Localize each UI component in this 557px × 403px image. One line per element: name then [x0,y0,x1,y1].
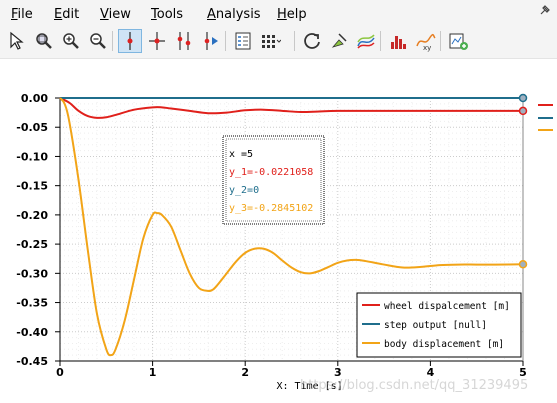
y-tick-label: -0.45 [16,355,48,368]
double-cursor-icon [177,32,191,50]
readout-x: x =5 [229,149,253,160]
legend-label-2: step output [null] [384,320,487,331]
zoom-in-tool[interactable] [59,29,83,53]
refresh-icon [304,33,320,49]
arrow-pointer-icon [10,31,24,50]
x-tick-label: 2 [241,366,249,379]
zoom-area-icon [36,33,52,49]
menu-label-rest: ools [156,7,184,22]
layout-tool[interactable] [258,29,282,53]
legend-icon [235,32,251,50]
xy-tool[interactable]: xy [413,29,437,53]
y-tick-label: -0.40 [16,326,48,339]
menu-mnemonic: V [100,7,109,22]
menu-tools[interactable]: Tools [151,7,183,22]
readout-y1: y_1=-0.0221058 [229,167,313,178]
toolbar-separator [294,31,295,51]
legend: wheel dispalcement [m] step output [null]… [356,292,522,358]
y-tick-label: -0.15 [16,180,48,193]
x-tick-label: 0 [56,366,64,379]
menu-mnemonic: H [277,7,287,22]
step-cursor-icon [204,32,218,50]
menu-label-rest: elp [286,7,307,22]
toolbar-separator [380,31,381,51]
double-cursor-tool[interactable] [172,29,196,53]
cursor-marker-3[interactable] [518,260,528,269]
menu-view[interactable]: View [100,7,131,22]
toolbar-separator [225,31,226,51]
toolbar: xy [0,26,557,59]
xy-plot-icon: xy [416,33,436,52]
menu-label-rest: iew [108,7,131,22]
y-tick-label: 0.00 [21,92,48,105]
y-tick-label: -0.20 [16,209,48,222]
legend-tool[interactable] [231,29,255,53]
series-line-1[interactable] [59,97,524,119]
zoom-in-icon [63,33,79,49]
menu-file[interactable]: File [11,7,33,22]
menu-label-rest: ile [17,7,33,22]
y-tick-label: -0.35 [16,297,48,310]
data-cursor-icon [127,32,133,50]
new-plot-icon [449,33,468,50]
refresh-tool[interactable] [300,29,324,53]
menu-bar: File Edit View Tools Analysis Help [0,0,557,26]
histogram-tool[interactable] [386,29,410,53]
curve-style-icon [357,34,375,49]
menu-analysis[interactable]: Analysis [207,7,261,22]
select-tool[interactable] [5,29,29,53]
watermark: https://blog.csdn.net/qq_31239495 [300,378,528,393]
plot-area[interactable]: 0.00 -0.05 -0.10 -0.15 -0.20 -0.25 -0.30 -0.35 -… [0,60,557,403]
cursor-marker-1[interactable] [518,106,528,116]
legend-label-3: body displacement [m] [384,339,504,350]
cursor-marker-2[interactable] [518,93,528,103]
menu-help[interactable]: Help [277,7,307,22]
toolbar-separator [112,31,113,51]
menu-label-rest: nalysis [215,7,261,22]
menu-mnemonic: E [54,7,63,22]
grid-layout-icon [262,35,281,48]
y-tick-label: -0.05 [16,121,48,134]
step-cursor-tool[interactable] [199,29,223,53]
svg-text:xy: xy [423,44,431,52]
x-tick-label: 1 [149,366,157,379]
highlight-tool[interactable] [327,29,351,53]
pin-icon[interactable] [539,4,551,16]
cursor-layer [518,93,553,361]
pin-marker-icon [331,33,347,48]
zoom-out-icon [90,33,106,49]
zoom-out-tool[interactable] [86,29,110,53]
data-cursor-tool[interactable] [118,29,142,53]
y-tick-label: -0.25 [16,238,48,251]
cross-cursor-tool[interactable] [145,29,169,53]
cross-cursor-icon [149,32,165,50]
histogram-icon [391,36,406,49]
menu-edit[interactable]: Edit [54,7,79,22]
new-plot-tool[interactable] [446,29,470,53]
readout-y3: y_3=-0.2845102 [229,203,313,214]
legend-label-1: wheel dispalcement [m] [384,301,510,312]
zoom-tool[interactable] [32,29,56,53]
menu-label-rest: dit [62,7,80,22]
y-tick-label: -0.10 [16,150,48,163]
menu-mnemonic: A [207,7,216,22]
y-tick-label: -0.30 [16,267,48,280]
toolbar-separator [440,31,441,51]
curve-tool[interactable] [354,29,378,53]
cursor-readout: x =5 y_1=-0.0221058 y_2=0 y_3=-0.2845102 [222,135,325,225]
readout-y2: y_2=0 [229,185,259,196]
